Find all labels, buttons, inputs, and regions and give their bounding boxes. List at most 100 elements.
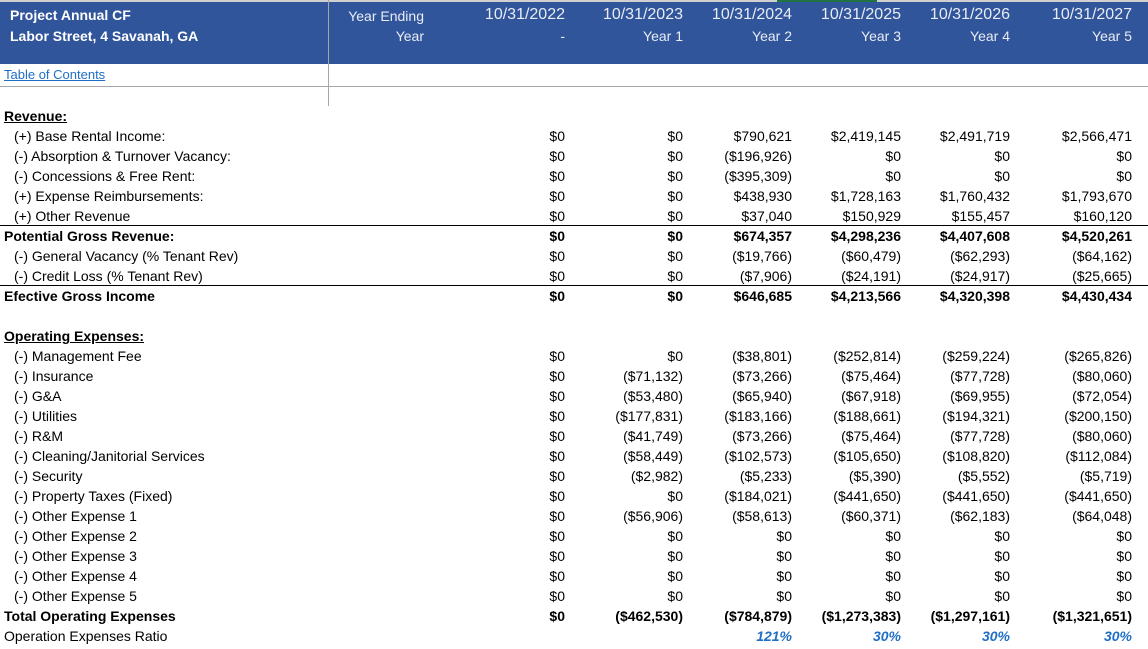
cell-value: $0 — [994, 528, 1010, 544]
cell-value: ($5,552) — [957, 468, 1010, 484]
table-row: Total Operating Expenses $0 ($462,530) ($78… — [0, 606, 1148, 626]
table-row: (+) Expense Reimbursements: $0 $0 $438,930 $… — [0, 186, 1148, 206]
cell-value: $674,357 — [733, 228, 792, 244]
cell-value: $0 — [549, 408, 565, 424]
table-row: (-) Other Expense 4 $0 $0 $0 $0 $0 $0 — [0, 566, 1148, 586]
cell-value: ($1,321,651) — [1052, 608, 1132, 624]
cell-value: $0 — [549, 468, 565, 484]
row-label: (-) Other Expense 2 — [14, 528, 137, 544]
table-row: (-) Concessions & Free Rent: $0 $0 ($395,30… — [0, 166, 1148, 186]
cell-value: 121% — [756, 628, 792, 644]
cell-value: ($5,390) — [848, 468, 901, 484]
cell-value: $1,760,432 — [939, 188, 1010, 204]
cell-value: $438,930 — [733, 188, 792, 204]
cell-value: $0 — [667, 208, 683, 224]
cell-value: ($56,906) — [623, 508, 683, 524]
row-label: (-) Other Expense 5 — [14, 588, 137, 604]
cell-value: $2,419,145 — [830, 128, 901, 144]
table-row: (-) Absorption & Turnover Vacancy: $0 $0 ($… — [0, 146, 1148, 166]
cell-value: ($177,831) — [615, 408, 683, 424]
cell-value: $0 — [667, 488, 683, 504]
cell-value: ($77,728) — [950, 428, 1010, 444]
cell-value: ($62,293) — [950, 248, 1010, 264]
cell-value: $0 — [885, 568, 901, 584]
cell-value: ($441,650) — [833, 488, 901, 504]
column-year: Year 4 — [970, 28, 1010, 44]
cell-value: ($252,814) — [833, 348, 901, 364]
table-row — [0, 86, 1148, 106]
cell-value: ($64,162) — [1072, 248, 1132, 264]
row-label: (-) Security — [14, 468, 83, 484]
cell-value: ($25,665) — [1072, 268, 1132, 284]
column-year: Year 2 — [752, 28, 792, 44]
cell-value: $0 — [667, 288, 683, 304]
table-row: Potential Gross Revenue: $0 $0 $674,357 $4,2… — [0, 225, 1148, 246]
column-date: 10/31/2026 — [929, 6, 1010, 23]
cell-value: ($112,084) — [1065, 448, 1132, 464]
cell-value: ($196,926) — [724, 148, 792, 164]
cell-value: $0 — [549, 208, 565, 224]
cell-value: ($194,321) — [942, 408, 1010, 424]
table-row: (-) Utilities $0 ($177,831) ($183,166) ($188… — [0, 406, 1148, 426]
cell-value: $0 — [994, 148, 1010, 164]
column-year: Year 1 — [643, 28, 683, 44]
cell-value: $0 — [667, 348, 683, 364]
cell-value: $0 — [549, 508, 565, 524]
cell-value: $150,929 — [842, 208, 901, 224]
table-of-contents-link[interactable]: Table of Contents — [4, 67, 105, 82]
cell-value: ($80,060) — [1072, 428, 1132, 444]
cell-value: $4,298,236 — [830, 228, 901, 244]
cell-value: $2,491,719 — [939, 128, 1010, 144]
column-year: Year 3 — [861, 28, 901, 44]
row-label: (-) Cleaning/Janitorial Services — [14, 448, 205, 464]
cell-value: ($58,613) — [732, 508, 792, 524]
cell-value: ($77,728) — [950, 368, 1010, 384]
cell-value: ($19,766) — [732, 248, 792, 264]
cell-value: $0 — [549, 388, 565, 404]
row-label: (-) Insurance — [14, 368, 94, 384]
cell-value: $0 — [549, 448, 565, 464]
cell-value: $0 — [549, 488, 565, 504]
row-label: Efective Gross Income — [4, 288, 155, 304]
column-year: - — [560, 28, 565, 44]
cell-value: $0 — [1116, 528, 1132, 544]
cell-value: $155,457 — [951, 208, 1010, 224]
table-row: (-) Other Expense 2 $0 $0 $0 $0 $0 $0 — [0, 526, 1148, 546]
cell-value: $1,793,670 — [1061, 188, 1132, 204]
cell-value: $0 — [885, 168, 901, 184]
cell-value: $0 — [667, 148, 683, 164]
cell-value: ($67,918) — [841, 388, 901, 404]
cell-value: $4,213,566 — [830, 288, 901, 304]
cell-value: ($53,480) — [623, 388, 683, 404]
cell-value: ($784,879) — [724, 608, 792, 624]
cell-value: ($71,132) — [623, 368, 683, 384]
cell-value: ($24,917) — [950, 268, 1010, 284]
cell-value: $0 — [1116, 148, 1132, 164]
cell-value: ($183,166) — [724, 408, 792, 424]
cell-value: $0 — [549, 368, 565, 384]
cell-value: ($441,650) — [1064, 488, 1132, 504]
cell-value: ($60,479) — [841, 248, 901, 264]
cell-value: $0 — [549, 128, 565, 144]
cell-value: $0 — [549, 428, 565, 444]
cell-value: ($7,906) — [739, 268, 792, 284]
cell-value: ($58,449) — [623, 448, 683, 464]
table-row: (+) Other Revenue $0 $0 $37,040 $150,929 $155… — [0, 206, 1148, 226]
cell-value: $0 — [667, 548, 683, 564]
table-row: Operation Expenses Ratio 121% 30% 30% 30% — [0, 626, 1148, 646]
cell-value: ($41,749) — [623, 428, 683, 444]
property-address: Labor Street, 4 Savanah, GA — [10, 28, 199, 44]
cell-value: $0 — [1116, 568, 1132, 584]
year-ending-label: Year Ending — [348, 8, 424, 24]
cell-value: ($60,371) — [841, 508, 901, 524]
cell-value: $0 — [994, 588, 1010, 604]
table-row: (-) Insurance $0 ($71,132) ($73,266) ($75,46… — [0, 366, 1148, 386]
cell-value: $0 — [667, 168, 683, 184]
cell-value: $0 — [549, 268, 565, 284]
cell-value: $0 — [994, 548, 1010, 564]
cell-value: 30% — [872, 628, 901, 644]
column-date: 10/31/2022 — [484, 6, 565, 23]
table-row: (-) Management Fee $0 $0 ($38,801) ($252,814… — [0, 346, 1148, 366]
row-label: (+) Base Rental Income: — [14, 128, 166, 144]
cell-value: ($73,266) — [732, 368, 792, 384]
